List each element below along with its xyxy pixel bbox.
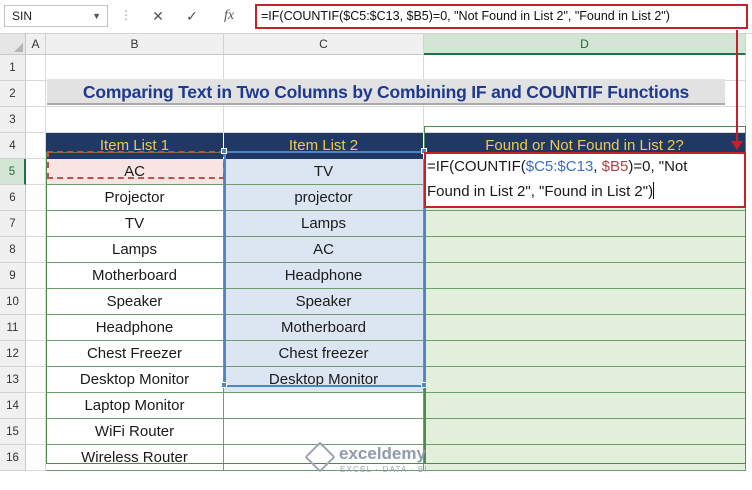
range-handle-br[interactable] (421, 382, 427, 388)
editor-text-line2: Found in List 2", "Found in List 2") (427, 183, 654, 200)
editor-ref-cell: $B5 (601, 158, 629, 175)
list1-cell[interactable]: Headphone (46, 315, 224, 341)
column-header-d[interactable]: D (424, 34, 746, 55)
name-box[interactable]: SIN ▼ (4, 5, 108, 27)
result-cell[interactable] (424, 445, 746, 471)
formula-bar: SIN ▼ ⋮ ✕ ✓ fx =IF(COUNTIF($C5:$C13, $B5… (0, 0, 752, 34)
table-header-1: Item List 1 (46, 133, 224, 159)
row-header-1[interactable]: 1 (0, 55, 26, 81)
list1-cell[interactable]: TV (46, 211, 224, 237)
list2-cell[interactable]: Desktop Monitor (224, 367, 424, 393)
list1-cell[interactable]: Laptop Monitor (46, 393, 224, 419)
chevron-down-icon[interactable]: ▼ (92, 6, 101, 26)
formula-input[interactable]: =IF(COUNTIF($C5:$C13, $B5)=0, "Not Found… (255, 4, 748, 29)
list1-cell[interactable]: Wireless Router (46, 445, 224, 471)
column-header-b[interactable]: B (46, 34, 224, 55)
gridline-horizontal (26, 106, 746, 107)
list1-cell[interactable]: Chest Freezer (46, 341, 224, 367)
result-cell[interactable] (424, 315, 746, 341)
result-cell[interactable] (424, 289, 746, 315)
result-cell[interactable] (424, 419, 746, 445)
watermark-subtitle: EXCEL · DATA · BI (340, 465, 428, 474)
row-header-14[interactable]: 14 (0, 393, 26, 419)
active-cell-editor[interactable]: =IF(COUNTIF($C5:$C13, $B5)=0, "Not Found… (424, 152, 746, 208)
column-header-c[interactable]: C (224, 34, 424, 55)
callout-line (736, 30, 738, 142)
row-header-9[interactable]: 9 (0, 263, 26, 289)
list1-cell[interactable]: WiFi Router (46, 419, 224, 445)
list1-cell[interactable]: Motherboard (46, 263, 224, 289)
editor-text-part1: =IF(COUNTIF( (427, 158, 526, 175)
row-header-10[interactable]: 10 (0, 289, 26, 315)
table-header-2: Item List 2 (224, 133, 424, 159)
list2-cell[interactable]: Motherboard (224, 315, 424, 341)
list2-cell[interactable]: AC (224, 237, 424, 263)
row-header-15[interactable]: 15 (0, 419, 26, 445)
list1-cell[interactable]: AC (46, 159, 224, 185)
row-header-8[interactable]: 8 (0, 237, 26, 263)
list1-cell[interactable]: Desktop Monitor (46, 367, 224, 393)
text-caret (653, 182, 655, 199)
name-box-value: SIN (12, 9, 33, 23)
list2-cell[interactable]: TV (224, 159, 424, 185)
list1-cell[interactable]: Projector (46, 185, 224, 211)
cancel-icon[interactable]: ✕ (146, 5, 170, 27)
insert-function-icon[interactable]: fx (217, 5, 241, 27)
row-header-7[interactable]: 7 (0, 211, 26, 237)
row-header-13[interactable]: 13 (0, 367, 26, 393)
list1-cell[interactable]: Lamps (46, 237, 224, 263)
page-title: Comparing Text in Two Columns by Combini… (47, 79, 725, 105)
exceldemy-logo-icon (304, 441, 336, 473)
editor-ref-range: $C5:$C13 (525, 158, 594, 175)
range-handle-bl[interactable] (221, 382, 227, 388)
editor-text-part3: )=0, "Not (628, 158, 688, 175)
list1-cell[interactable]: Speaker (46, 289, 224, 315)
list2-cell[interactable]: Speaker (224, 289, 424, 315)
empty-cell[interactable] (224, 393, 424, 419)
result-cell[interactable] (424, 263, 746, 289)
column-header-a[interactable]: A (26, 34, 46, 55)
row-header-11[interactable]: 11 (0, 315, 26, 341)
result-cell[interactable] (424, 211, 746, 237)
row-header-2[interactable]: 2 (0, 81, 26, 107)
result-cell[interactable] (424, 341, 746, 367)
list2-cell[interactable]: Lamps (224, 211, 424, 237)
enter-icon[interactable]: ✓ (180, 5, 204, 27)
range-handle-tl[interactable] (221, 148, 227, 154)
editor-text-part2: , (593, 158, 602, 175)
watermark-title: exceldemy (339, 444, 426, 463)
result-cell[interactable] (424, 367, 746, 393)
callout-arrow-icon (731, 141, 743, 150)
result-cell[interactable] (424, 393, 746, 419)
row-header-12[interactable]: 12 (0, 341, 26, 367)
watermark-logo: exceldemy EXCEL · DATA · BI (304, 441, 459, 478)
row-header-5[interactable]: 5 (0, 159, 26, 185)
row-header-4[interactable]: 4 (0, 133, 26, 159)
row-header-3[interactable]: 3 (0, 107, 26, 133)
select-all-button[interactable] (0, 34, 26, 55)
spreadsheet-grid: ABCD 1 2 3 4 5 6 7 8 9 10 11 12 13 14 15 16 Comparing T… (0, 30, 752, 490)
list2-cell[interactable]: projector (224, 185, 424, 211)
list2-cell[interactable]: Chest freezer (224, 341, 424, 367)
row-header-16[interactable]: 16 (0, 445, 26, 471)
result-cell[interactable] (424, 237, 746, 263)
list2-cell[interactable]: Headphone (224, 263, 424, 289)
row-header-6[interactable]: 6 (0, 185, 26, 211)
formula-bar-separator: ⋮ (120, 8, 133, 22)
